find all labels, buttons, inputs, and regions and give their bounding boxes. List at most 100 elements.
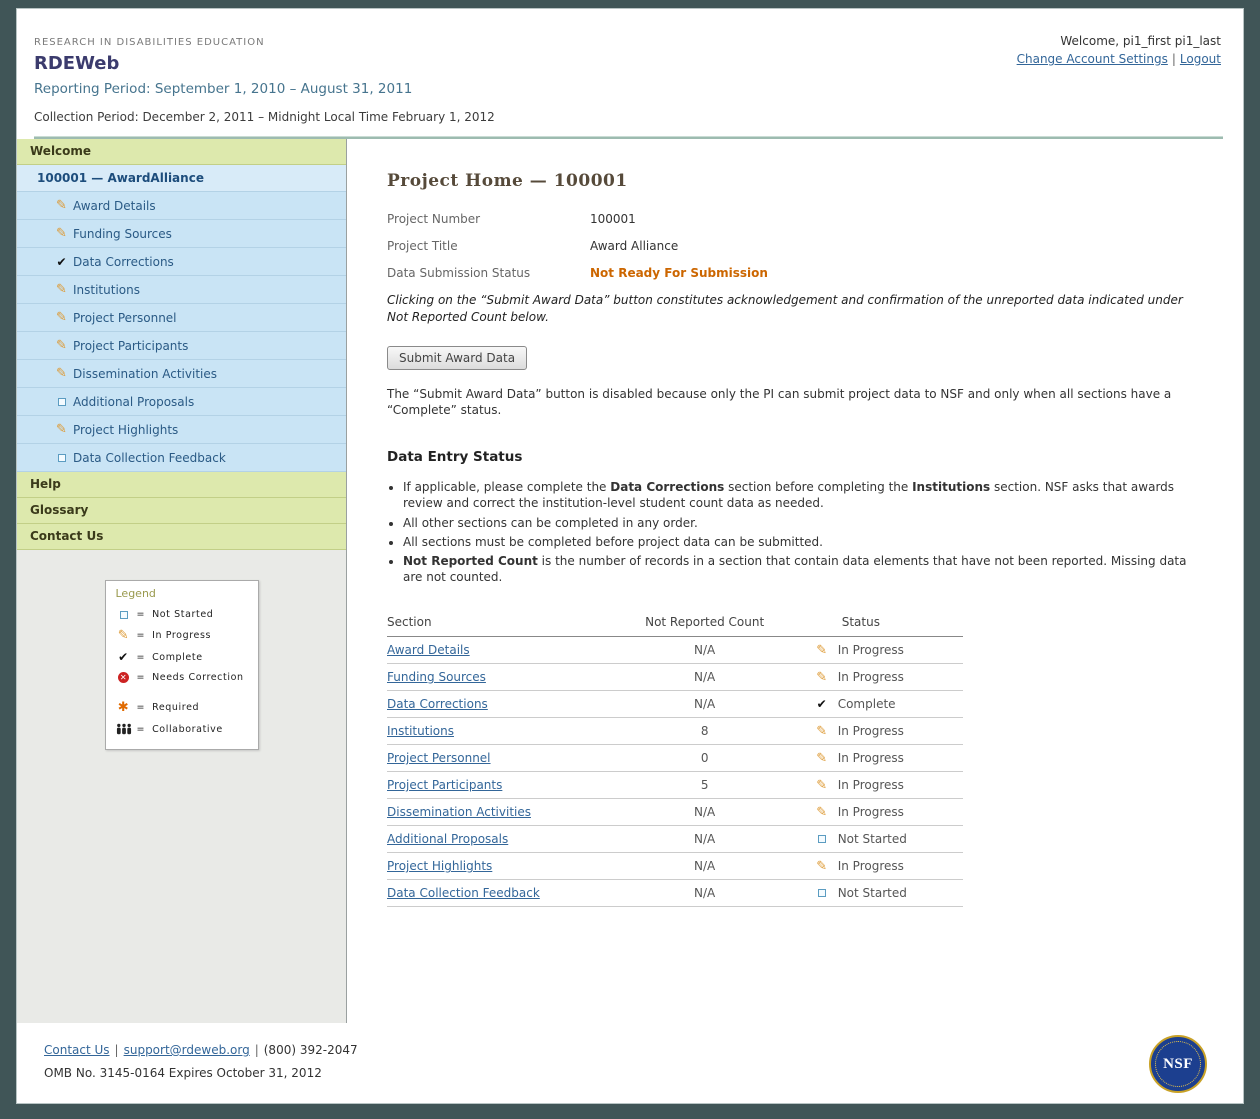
sidebar-item-help[interactable]: Help — [17, 472, 346, 498]
status-text: Not Started — [838, 832, 907, 846]
section-link-institutions[interactable]: Institutions — [387, 724, 454, 738]
not-reported-count: 0 — [616, 745, 794, 772]
not-reported-count: N/A — [616, 853, 794, 880]
sidebar-item-label: Dissemination Activities — [73, 367, 217, 381]
sidebar-subitems: ✎Award Details✎Funding Sources✔Data Corr… — [17, 192, 346, 472]
legend-item-required: ✱=Required — [116, 701, 250, 714]
project-number-row: Project Number 100001 — [387, 211, 1203, 228]
legend-item-in-progress: ✎=In Progress — [116, 629, 250, 642]
instructions-list: If applicable, please complete the Data … — [403, 479, 1203, 585]
pencil-icon: ✎ — [814, 752, 830, 765]
section-link-dissemination-activities[interactable]: Dissemination Activities — [387, 805, 531, 819]
pencil-icon: ✎ — [54, 339, 69, 352]
project-title-label: Project Title — [387, 238, 590, 255]
sidebar-item-data-collection-feedback[interactable]: Data Collection Feedback — [17, 444, 346, 472]
empty-square-icon — [814, 886, 830, 900]
change-account-settings-link[interactable]: Change Account Settings — [1017, 52, 1168, 66]
sidebar-item-additional-proposals[interactable]: Additional Proposals — [17, 388, 346, 416]
sidebar-item-label: Data Collection Feedback — [73, 451, 226, 465]
header-divider — [34, 136, 1223, 139]
page-title: Project Home — 100001 — [387, 171, 1203, 191]
sidebar-item-institutions[interactable]: ✎Institutions — [17, 276, 346, 304]
footer-email-link[interactable]: support@rdeweb.org — [124, 1043, 250, 1057]
status-text: In Progress — [838, 751, 904, 765]
sidebar-item-data-corrections[interactable]: ✔Data Corrections — [17, 248, 346, 276]
sidebar-item-welcome[interactable]: Welcome — [17, 139, 346, 165]
table-row: Project HighlightsN/A✎In Progress — [387, 853, 963, 880]
project-number-value: 100001 — [590, 211, 636, 228]
section-link-project-participants[interactable]: Project Participants — [387, 778, 502, 792]
sidebar-item-project-participants[interactable]: ✎ Project Participants — [17, 332, 346, 360]
submission-status-value: Not Ready For Submission — [590, 265, 768, 282]
button-disabled-note: The “Submit Award Data” button is disabl… — [387, 386, 1203, 420]
sidebar-item-project[interactable]: 100001 — AwardAlliance — [17, 165, 346, 192]
legend: Legend =Not Started✎=In Progress✔=Comple… — [105, 580, 259, 750]
separator: | — [255, 1043, 259, 1057]
status-text: In Progress — [838, 859, 904, 873]
submit-disclaimer: Clicking on the “Submit Award Data” butt… — [387, 292, 1203, 326]
sidebar-item-label: Institutions — [73, 283, 140, 297]
empty-square-icon — [116, 611, 132, 619]
submission-status-row: Data Submission Status Not Ready For Sub… — [387, 265, 1203, 282]
sidebar: Welcome 100001 — AwardAlliance ✎Award De… — [17, 139, 347, 1023]
sidebar-item-glossary[interactable]: Glossary — [17, 498, 346, 524]
not-reported-count: 8 — [616, 718, 794, 745]
not-reported-count: N/A — [616, 799, 794, 826]
section-link-data-collection-feedback[interactable]: Data Collection Feedback — [387, 886, 540, 900]
footer-contact-us-link[interactable]: Contact Us — [44, 1043, 110, 1057]
equals-sign: = — [137, 672, 146, 683]
instruction-bullet: All sections must be completed before pr… — [403, 534, 1203, 550]
submission-status-label: Data Submission Status — [387, 265, 590, 282]
sidebar-item-funding-sources[interactable]: ✎Funding Sources — [17, 220, 346, 248]
status-text: In Progress — [838, 643, 904, 657]
sidebar-item-award-details[interactable]: ✎Award Details — [17, 192, 346, 220]
not-reported-count: N/A — [616, 637, 794, 664]
sidebar-item-dissemination-activities[interactable]: ✎Dissemination Activities — [17, 360, 346, 388]
status-text: In Progress — [838, 670, 904, 684]
footer-contact-line: Contact Us|support@rdeweb.org|(800) 392-… — [44, 1043, 1223, 1057]
sidebar-item-label: Additional Proposals — [73, 395, 194, 409]
omb-notice: OMB No. 3145-0164 Expires October 31, 20… — [44, 1066, 1223, 1080]
asterisk-icon: ✱ — [116, 701, 132, 714]
equals-sign: = — [137, 630, 146, 641]
check-icon: ✔ — [54, 256, 69, 268]
column-header-not-reported-count: Not Reported Count — [616, 609, 794, 637]
sidebar-item-project-personnel[interactable]: ✎Project Personnel — [17, 304, 346, 332]
section-link-funding-sources[interactable]: Funding Sources — [387, 670, 486, 684]
table-row: Funding SourcesN/A✎In Progress — [387, 664, 963, 691]
section-link-additional-proposals[interactable]: Additional Proposals — [387, 832, 508, 846]
legend-item-collaborative: = Collaborative — [116, 723, 250, 735]
status-text: In Progress — [838, 724, 904, 738]
section-link-data-corrections[interactable]: Data Corrections — [387, 697, 488, 711]
equals-sign: = — [137, 724, 146, 735]
welcome-user: Welcome, pi1_first pi1_last — [1017, 34, 1221, 48]
collection-period: Collection Period: December 2, 2011 – Mi… — [34, 110, 1223, 124]
section-link-award-details[interactable]: Award Details — [387, 643, 470, 657]
separator: | — [115, 1043, 119, 1057]
sidebar-item-label: Project Participants — [73, 339, 188, 353]
section-link-project-personnel[interactable]: Project Personnel — [387, 751, 491, 765]
legend-title: Legend — [116, 587, 250, 600]
empty-square-icon — [54, 398, 69, 406]
legend-label: Collaborative — [152, 724, 223, 735]
submit-award-data-button[interactable]: Submit Award Data — [387, 346, 527, 370]
footer: Contact Us|support@rdeweb.org|(800) 392-… — [17, 1023, 1243, 1103]
table-row: Project Participants5✎In Progress — [387, 772, 963, 799]
empty-square-icon — [814, 832, 830, 846]
status-text: In Progress — [838, 778, 904, 792]
sidebar-item-project-highlights[interactable]: ✎Project Highlights — [17, 416, 346, 444]
empty-square-icon — [54, 454, 69, 462]
nsf-logo: NSF — [1149, 1035, 1207, 1093]
sidebar-item-contact-us[interactable]: Contact Us — [17, 524, 346, 550]
legend-label: Complete — [152, 652, 203, 663]
status-text: In Progress — [838, 805, 904, 819]
project-title-value: Award Alliance — [590, 238, 678, 255]
table-row: Data Collection FeedbackN/ANot Started — [387, 880, 963, 907]
section-link-project-highlights[interactable]: Project Highlights — [387, 859, 492, 873]
data-entry-status-table: Section Not Reported Count Status Award … — [387, 609, 963, 907]
not-reported-count: N/A — [616, 691, 794, 718]
logout-link[interactable]: Logout — [1180, 52, 1221, 66]
pencil-icon: ✎ — [116, 629, 132, 642]
legend-label: Needs Correction — [152, 672, 244, 683]
pencil-icon: ✎ — [814, 779, 830, 792]
